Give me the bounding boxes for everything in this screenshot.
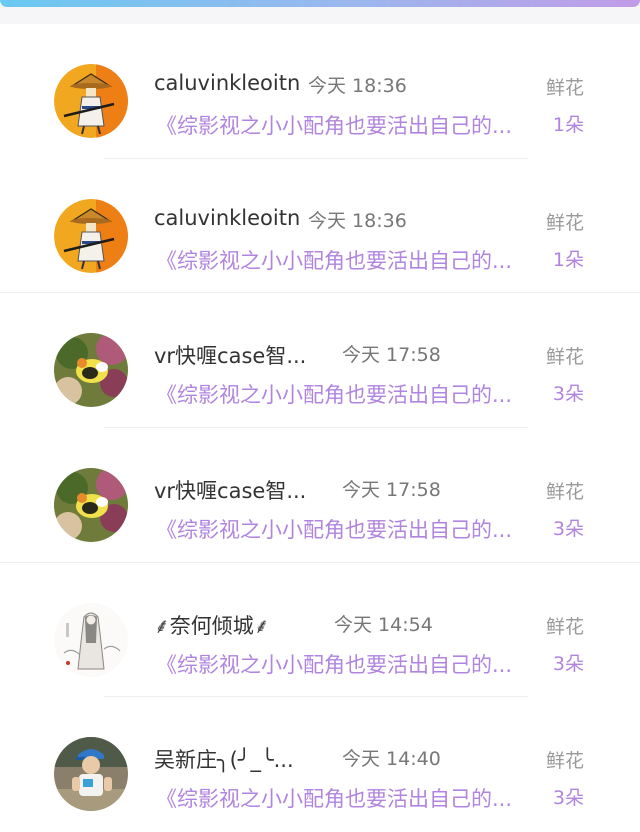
gift-time: 今天 14:54 <box>334 613 433 636</box>
gift-type: 鲜花 <box>545 346 584 369</box>
gift-type: 鲜花 <box>545 211 584 234</box>
gift-type: 鲜花 <box>545 77 584 99</box>
gift-time: 今天 18:36 <box>308 75 407 97</box>
flower-photo-avatar[interactable] <box>54 333 128 408</box>
gift-list: caluvinkleoitn 今天 18:36 《综影视之小小配角也要活出自己的… <box>0 24 640 832</box>
gift-type: 鲜花 <box>545 481 584 504</box>
list-item[interactable]: caluvinkleoitn 今天 18:36 《综影视之小小配角也要活出自己的… <box>0 159 640 294</box>
list-item[interactable]: ⸙奈何倾城⸙ 今天 14:54 《综影视之小小配角也要活出自己的... 鲜花 3… <box>0 563 640 698</box>
sender-name[interactable]: caluvinkleoitn <box>154 206 300 230</box>
gift-count: 3朵 <box>552 518 584 541</box>
gift-type: 鲜花 <box>545 615 584 638</box>
gift-time: 今天 14:40 <box>342 748 441 771</box>
sender-name[interactable]: vr快喱case智... <box>154 475 306 505</box>
book-title-link[interactable]: 《综影视之小小配角也要活出自己的... <box>156 379 530 409</box>
list-item[interactable]: 吴新庄╮(╯_╰... 今天 14:40 《综影视之小小配角也要活出自己的...… <box>0 697 640 832</box>
gift-time: 今天 17:58 <box>342 479 441 502</box>
gift-type: 鲜花 <box>545 750 584 773</box>
gift-count: 3朵 <box>552 383 584 406</box>
gift-time: 今天 18:36 <box>308 209 407 232</box>
sender-name[interactable]: ⸙奈何倾城⸙ <box>154 610 270 640</box>
list-item[interactable]: caluvinkleoitn 今天 18:36 《综影视之小小配角也要活出自己的… <box>0 24 640 159</box>
gift-count: 1朵 <box>552 248 584 271</box>
gift-count: 3朵 <box>552 652 584 675</box>
book-title-link[interactable]: 《综影视之小小配角也要活出自己的... <box>156 110 530 140</box>
list-item[interactable]: vr快喱case智... 今天 17:58 《综影视之小小配角也要活出自己的..… <box>0 293 640 429</box>
header-accent-bar <box>0 0 640 7</box>
flower-photo-avatar[interactable] <box>54 468 128 543</box>
straw-hat-swordsman-avatar[interactable] <box>54 64 128 138</box>
straw-hat-swordsman-avatar[interactable] <box>54 198 128 273</box>
sender-name[interactable]: 吴新庄╮(╯_╰... <box>154 744 294 774</box>
sender-name[interactable]: vr快喱case智... <box>154 340 306 370</box>
gift-count: 3朵 <box>552 787 584 810</box>
child-in-cap-photo-avatar[interactable] <box>54 737 128 812</box>
ink-painting-lady-avatar[interactable] <box>54 602 128 677</box>
book-title-link[interactable]: 《综影视之小小配角也要活出自己的... <box>156 649 530 679</box>
book-title-link[interactable]: 《综影视之小小配角也要活出自己的... <box>156 514 530 544</box>
book-title-link[interactable]: 《综影视之小小配角也要活出自己的... <box>156 783 530 813</box>
gift-count: 1朵 <box>552 114 584 136</box>
book-title-link[interactable]: 《综影视之小小配角也要活出自己的... <box>156 245 530 275</box>
list-item[interactable]: vr快喱case智... 今天 17:58 《综影视之小小配角也要活出自己的..… <box>0 428 640 563</box>
sender-name[interactable]: caluvinkleoitn <box>154 71 300 95</box>
gift-time: 今天 17:58 <box>342 344 441 367</box>
